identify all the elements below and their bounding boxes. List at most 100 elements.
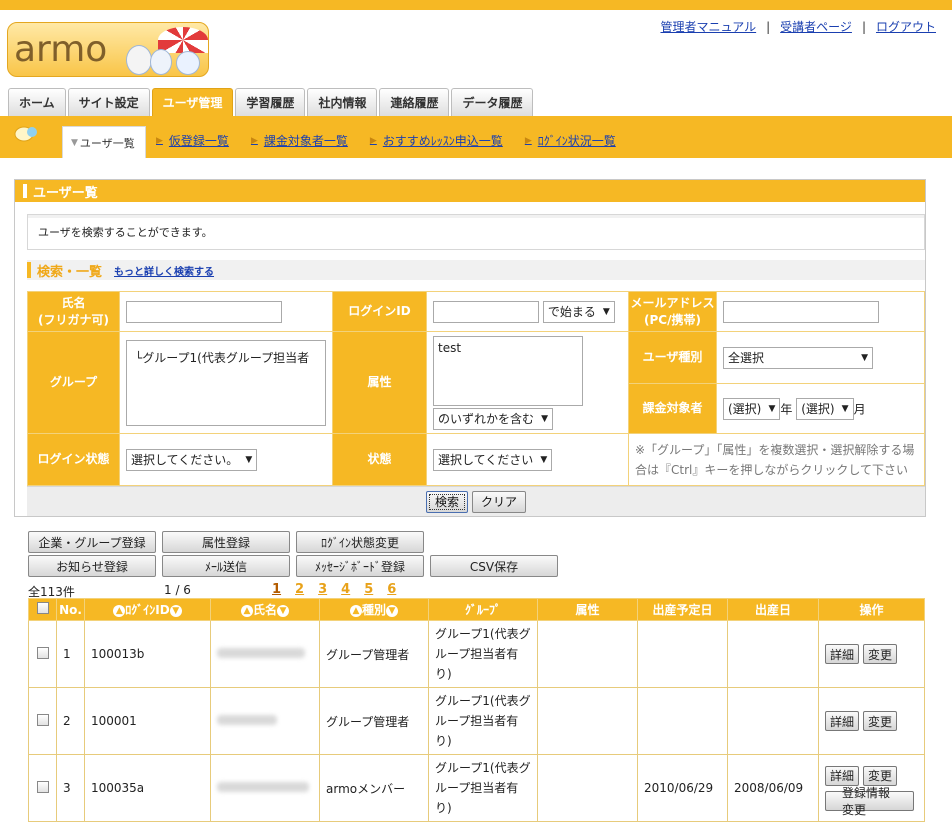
dropdown-arrow-icon: ▼ [861, 352, 868, 363]
billing-year-select[interactable]: (選択) ▼ [723, 397, 781, 420]
row-due-date [637, 687, 728, 755]
mail-input[interactable] [723, 300, 879, 323]
search-button-row: 検索 クリア [27, 486, 925, 516]
tab-learning-history[interactable]: 学習履歴 [235, 88, 306, 116]
login-id-input[interactable] [433, 300, 539, 323]
learner-page-link[interactable]: 受講者ページ [780, 20, 852, 34]
login-state-change-button[interactable]: ﾛｸﾞｲﾝ状態変更 [296, 531, 424, 553]
row-login-id: 100001 [84, 687, 211, 755]
col-due-date: 出産予定日 [637, 598, 728, 621]
detail-button[interactable]: 詳細 [825, 711, 860, 731]
attribute-register-button[interactable]: 属性登録 [162, 531, 290, 553]
group-listbox[interactable]: └グループ1(代表グループ担当者 [126, 339, 326, 426]
notice-register-button[interactable]: お知らせ登録 [28, 555, 156, 577]
page-link[interactable]: 3 [318, 582, 327, 597]
col-name[interactable]: ▲ 氏名 ▼ [210, 598, 320, 621]
row-attribute [537, 620, 638, 688]
penguin-icon [126, 45, 152, 75]
row-checkbox[interactable] [36, 646, 49, 659]
name-label: 氏名 (フリガナ可) [27, 291, 120, 332]
tab-company-info[interactable]: 社内情報 [307, 88, 378, 116]
sort-up-icon[interactable]: ▲ [349, 604, 362, 617]
armo-logo[interactable]: armo [7, 22, 209, 77]
change-button[interactable]: 変更 [863, 765, 898, 786]
billing-label: 課金対象者 [628, 383, 717, 434]
sort-up-icon[interactable]: ▲ [113, 604, 126, 617]
page-indicator: 1 / 6 [164, 583, 191, 597]
page-link[interactable]: 4 [341, 582, 350, 597]
row-group: グループ1(代表グループ担当者有り) [428, 754, 538, 822]
row-due-date [637, 620, 728, 688]
table-row: 3 100035a armoメンバー グループ1(代表グループ担当者有り) 20… [28, 754, 925, 822]
group-option[interactable]: └グループ1(代表グループ担当者 [135, 351, 309, 365]
detail-button[interactable]: 詳細 [825, 644, 860, 664]
csv-save-button[interactable]: CSV保存 [430, 555, 558, 577]
login-state-label: ログイン状態 [27, 433, 120, 486]
tab-data-history[interactable]: データ履歴 [451, 88, 534, 116]
arrow-right-icon: ▶ [156, 135, 163, 146]
search-button[interactable]: 検索 [425, 490, 468, 513]
selection-note: ※「グループ」「属性」を複数選択・選択解除する場合は『Ctrl』キーを押しながら… [635, 442, 915, 477]
row-checkbox[interactable] [36, 780, 49, 793]
subnav-billing-list[interactable]: ▶ 課金対象者一覧 [251, 132, 348, 149]
clear-button[interactable]: クリア [472, 490, 527, 513]
tab-site-settings[interactable]: サイト設定 [67, 88, 150, 116]
row-birth-date: 2008/06/09 [727, 754, 819, 822]
billing-month-select[interactable]: (選択) ▼ [796, 397, 854, 420]
subnav-user-list[interactable]: ▼ ユーザ一覧 [62, 126, 146, 158]
row-no: 2 [56, 687, 85, 755]
state-select[interactable]: 選択してください ▼ [433, 448, 553, 471]
col-attribute: 属性 [537, 598, 638, 621]
logout-link[interactable]: ログアウト [876, 20, 936, 34]
attribute-listbox[interactable]: test [433, 335, 583, 406]
penguin-icon [150, 49, 172, 75]
redacted-name [217, 715, 277, 725]
detail-button[interactable]: 詳細 [825, 765, 860, 786]
registration-change-button[interactable]: 登録情報変更 [825, 786, 914, 817]
name-input[interactable] [126, 300, 282, 323]
change-button[interactable]: 変更 [863, 644, 898, 664]
subnav-lesson-applications[interactable]: ▶ おすすめﾚｯｽﾝ申込一覧 [370, 132, 503, 149]
arrow-right-icon: ▶ [369, 135, 377, 146]
page-link[interactable]: 1 [272, 582, 281, 597]
state-label: 状態 [332, 433, 427, 486]
subnav-login-status[interactable]: ▶ ﾛｸﾞｲﾝ状況一覧 [525, 132, 616, 149]
dropdown-arrow-icon: ▼ [841, 403, 849, 414]
attribute-match-select[interactable]: のいずれかを含む ▼ [433, 407, 554, 430]
sort-down-icon[interactable]: ▼ [386, 604, 398, 617]
tab-user-management[interactable]: ユーザ管理 [151, 88, 234, 116]
col-type[interactable]: ▲ 種別 ▼ [319, 598, 429, 621]
col-actions: 操作 [818, 598, 925, 621]
umbrella-icon [158, 27, 208, 53]
sub-navigation: ▼ ユーザ一覧 ▶ 仮登録一覧 ▶ 課金対象者一覧 ▶ おすすめﾚｯｽﾝ申込一覧 ▶ ﾛ… [0, 116, 952, 158]
tab-home[interactable]: ホーム [8, 88, 66, 116]
search-header: 検索・一覧 もっと詳しく検索する [27, 260, 925, 280]
page-link[interactable]: 5 [364, 582, 373, 597]
sort-down-icon[interactable]: ▼ [169, 604, 182, 617]
page-link[interactable]: 6 [387, 582, 396, 597]
subnav-provisional-list[interactable]: ▶ 仮登録一覧 [156, 132, 229, 149]
admin-manual-link[interactable]: 管理者マニュアル [660, 20, 756, 34]
send-mail-button[interactable]: ﾒｰﾙ送信 [162, 555, 290, 577]
row-type: グループ管理者 [319, 620, 429, 688]
company-group-register-button[interactable]: 企業・グループ登録 [28, 531, 156, 553]
message-board-register-button[interactable]: ﾒｯｾｰｼﾞﾎﾞｰﾄﾞ登録 [296, 555, 424, 577]
user-table: No. ▲ ﾛｸﾞｲﾝID ▼ ▲ 氏名 ▼ ▲ 種別 ▼ ｸﾞﾙｰﾌﾟ 属性 出産予定日 … [28, 598, 925, 822]
col-birth-date: 出産日 [727, 598, 819, 621]
subnav-links: ▶ 仮登録一覧 ▶ 課金対象者一覧 ▶ おすすめﾚｯｽﾝ申込一覧 ▶ ﾛｸﾞｲﾝ状況一覧 [156, 132, 638, 149]
select-all-checkbox[interactable] [36, 602, 49, 614]
tab-contact-history[interactable]: 連絡履歴 [379, 88, 450, 116]
sort-up-icon[interactable]: ▲ [240, 604, 253, 617]
change-button[interactable]: 変更 [863, 711, 898, 731]
sort-down-icon[interactable]: ▼ [277, 604, 289, 617]
row-checkbox[interactable] [36, 713, 49, 726]
attribute-option[interactable]: test [438, 341, 461, 355]
user-type-label: ユーザ種別 [628, 331, 717, 384]
login-match-select[interactable]: で始まる ▼ [542, 300, 615, 323]
user-type-select[interactable]: 全選択 ▼ [723, 346, 873, 369]
page-link[interactable]: 2 [295, 582, 304, 597]
detail-search-link[interactable]: もっと詳しく検索する [114, 263, 214, 278]
login-state-select[interactable]: 選択してください。 ▼ [126, 448, 258, 471]
col-login-id[interactable]: ▲ ﾛｸﾞｲﾝID ▼ [84, 598, 211, 621]
col-group: ｸﾞﾙｰﾌﾟ [428, 598, 538, 621]
